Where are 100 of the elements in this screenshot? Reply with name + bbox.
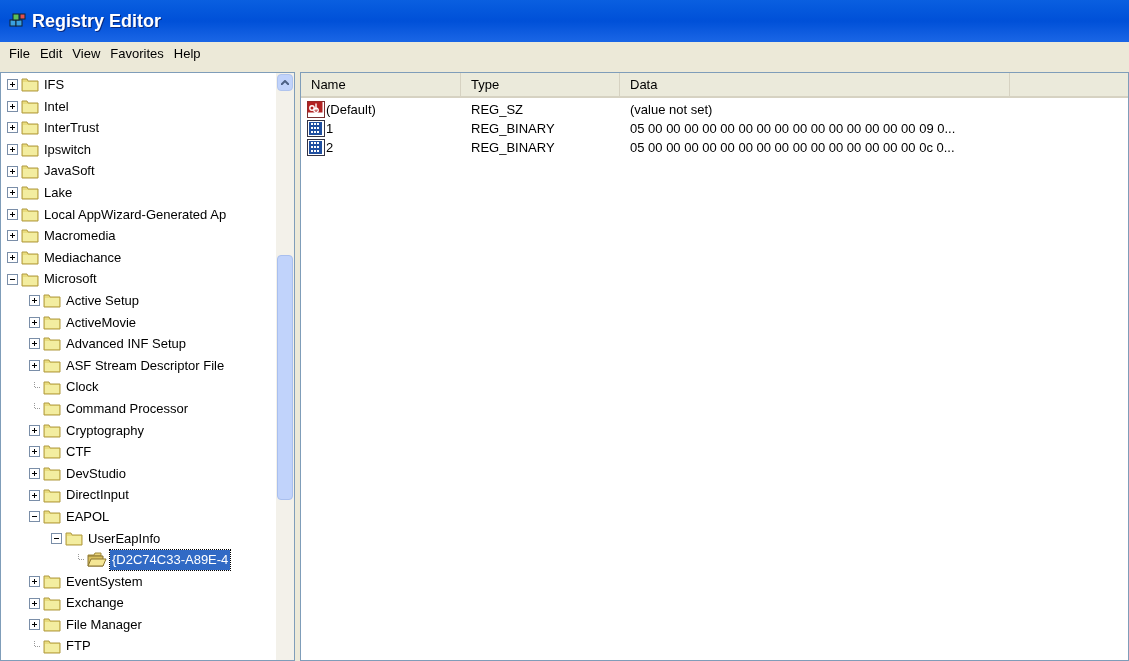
expand-icon[interactable] <box>7 79 18 91</box>
collapse-icon[interactable] <box>7 273 18 285</box>
folder-icon <box>21 77 39 93</box>
expand-icon[interactable] <box>29 360 40 371</box>
tree-item[interactable]: {D2C74C33-A89E-4 <box>110 550 231 570</box>
folder-icon <box>43 314 61 330</box>
column-header[interactable]: Name <box>301 73 461 96</box>
folder-icon <box>43 422 61 438</box>
folder-icon <box>21 163 39 179</box>
collapse-icon[interactable] <box>29 511 40 523</box>
expand-icon[interactable] <box>29 619 40 631</box>
folder-icon <box>43 293 61 309</box>
folder-icon <box>21 271 39 287</box>
folder-icon <box>21 206 39 222</box>
expand-icon[interactable] <box>29 575 40 587</box>
value-name[interactable]: 1 <box>326 118 334 139</box>
scroll-up-button[interactable] <box>277 74 293 91</box>
value-data: 05 00 00 00 00 00 00 00 00 00 00 00 00 00 00 00 09 0... <box>630 120 956 136</box>
folder-icon <box>43 617 61 633</box>
menu-item[interactable]: File <box>4 44 35 64</box>
folder-icon <box>21 185 39 201</box>
folder-icon <box>43 487 61 503</box>
value-type: REG_SZ <box>471 101 523 117</box>
menu-item[interactable]: Edit <box>34 44 68 64</box>
value-data: (value not set) <box>630 101 713 117</box>
tree-item[interactable]: Mediachance <box>42 247 124 268</box>
folder-icon <box>43 638 61 654</box>
expand-icon[interactable] <box>29 597 40 609</box>
tree-item[interactable]: InterTrust <box>42 118 102 138</box>
tree-item[interactable]: Advanced INF Setup <box>64 334 188 354</box>
tree-item[interactable]: Command Processor <box>64 398 191 419</box>
tree-item[interactable]: EventSystem <box>64 571 145 592</box>
binary-value-icon <box>307 139 325 156</box>
folder-icon <box>65 530 83 546</box>
menu-item[interactable]: View <box>67 44 106 64</box>
expand-icon[interactable] <box>29 424 40 436</box>
expand-icon[interactable] <box>7 100 18 112</box>
tree-item[interactable]: UserEapInfo <box>86 528 163 548</box>
binary-value-icon <box>307 120 325 137</box>
folder-icon <box>43 358 61 373</box>
menu-item[interactable]: Favorites <box>105 44 169 64</box>
open-folder-icon <box>87 552 107 568</box>
folder-icon <box>43 401 61 417</box>
collapse-icon[interactable] <box>51 532 62 544</box>
expand-icon[interactable] <box>29 338 40 350</box>
tree-item[interactable]: ASF Stream Descriptor File <box>64 355 227 376</box>
folder-icon <box>43 466 61 481</box>
tree-item[interactable]: CTF <box>64 442 94 462</box>
tree-item[interactable]: EAPOL <box>64 506 112 527</box>
expand-icon[interactable] <box>7 122 18 134</box>
folder-icon <box>21 98 39 114</box>
column-header[interactable]: Data <box>620 73 1010 96</box>
folder-icon <box>43 509 61 525</box>
value-type: REG_BINARY <box>471 120 555 136</box>
tree-item[interactable]: Macromedia <box>42 226 118 246</box>
tree-item[interactable]: Ipswitch <box>42 139 93 160</box>
value-data: 05 00 00 00 00 00 00 00 00 00 00 00 00 00 00 00 0c 0... <box>630 139 955 155</box>
folder-icon <box>43 444 61 460</box>
expand-icon[interactable] <box>7 165 18 177</box>
expand-icon[interactable] <box>29 489 40 501</box>
expand-icon[interactable] <box>7 208 18 220</box>
tree-item[interactable]: JavaSoft <box>42 161 97 181</box>
tree-item[interactable]: DirectInput <box>64 485 131 505</box>
tree-item[interactable]: IFS <box>42 75 67 95</box>
folder-icon <box>43 595 61 611</box>
tree-item[interactable]: Exchange <box>64 593 126 613</box>
value-name[interactable]: (Default) <box>326 99 376 120</box>
folder-icon <box>43 573 61 589</box>
tree-item[interactable]: Clock <box>64 377 101 397</box>
tree-item[interactable]: Cryptography <box>64 420 147 441</box>
folder-icon <box>43 336 61 352</box>
column-header[interactable]: Type <box>461 73 620 96</box>
expand-icon[interactable] <box>7 144 18 156</box>
expand-icon[interactable] <box>7 252 18 264</box>
window-title: Registry Editor <box>32 9 162 33</box>
tree-item[interactable]: Lake <box>42 183 75 203</box>
scroll-thumb[interactable] <box>277 255 293 500</box>
tree-item[interactable]: Local AppWizard-Generated Ap <box>42 204 229 225</box>
folder-icon <box>21 228 39 244</box>
folder-icon <box>43 379 61 395</box>
tree-item[interactable]: ActiveMovie <box>64 312 139 333</box>
folder-icon <box>21 142 39 158</box>
expand-icon[interactable] <box>29 468 40 479</box>
expand-icon[interactable] <box>7 187 18 199</box>
expand-icon[interactable] <box>29 295 40 307</box>
folder-icon <box>21 120 39 136</box>
menu-item[interactable]: Help <box>168 44 206 64</box>
tree-item[interactable]: Active Setup <box>64 291 141 311</box>
expand-icon[interactable] <box>29 446 40 458</box>
text-value-icon <box>307 101 325 118</box>
tree-item[interactable]: File Manager <box>64 614 144 635</box>
expand-icon[interactable] <box>29 316 40 328</box>
tree-item[interactable]: Intel <box>42 96 71 117</box>
value-type: REG_BINARY <box>471 139 555 155</box>
expand-icon[interactable] <box>7 230 18 242</box>
tree-item[interactable]: Microsoft <box>42 269 99 289</box>
tree-item[interactable]: DevStudio <box>64 463 128 484</box>
tree-item[interactable]: FTP <box>64 636 93 656</box>
vertical-scrollbar[interactable] <box>276 73 294 660</box>
value-name[interactable]: 2 <box>326 137 334 158</box>
